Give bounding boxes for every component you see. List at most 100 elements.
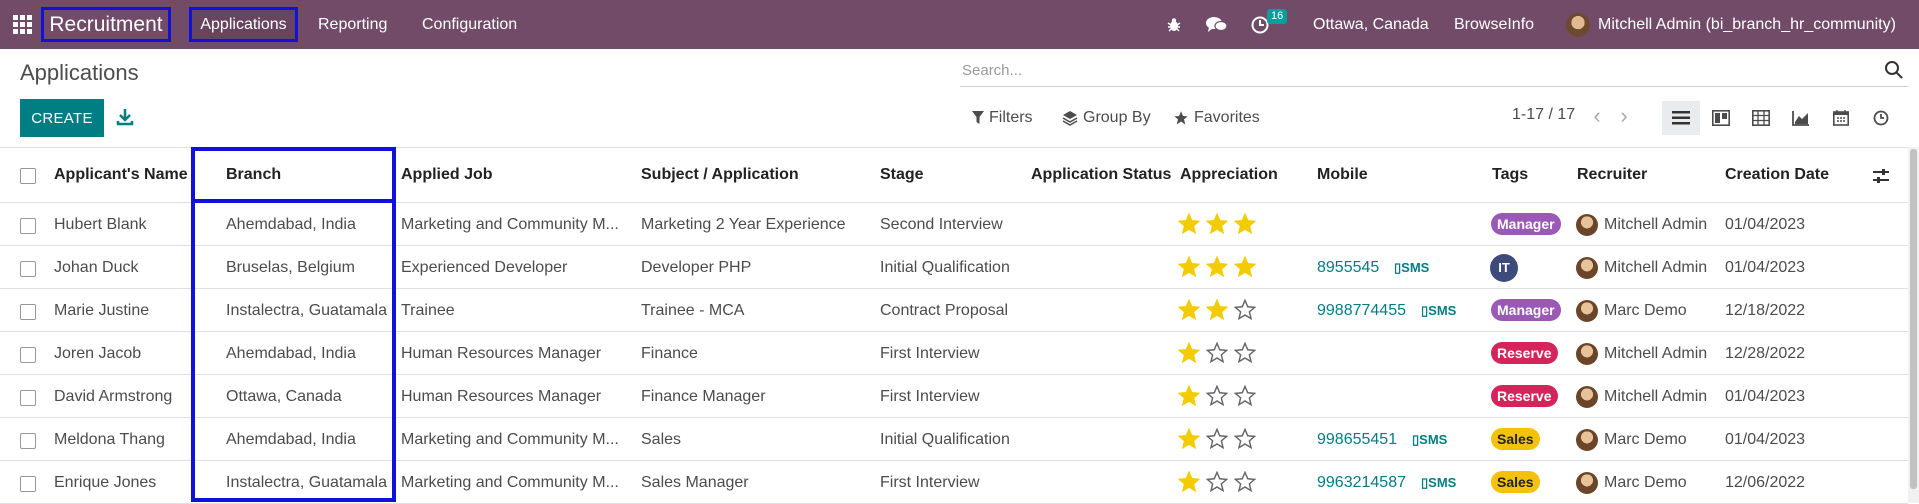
- cell-appreciation[interactable]: [1177, 470, 1257, 497]
- pivot-view-icon[interactable]: [1742, 101, 1780, 135]
- tag-badge[interactable]: IT: [1490, 254, 1518, 282]
- debug-bug-icon[interactable]: [1166, 0, 1182, 49]
- branch-switcher[interactable]: Ottawa, Canada: [1313, 0, 1429, 49]
- favorites-label: Favorites: [1194, 109, 1260, 126]
- column-applicant-name[interactable]: Applicant's Name: [54, 147, 188, 202]
- cell-applied-job: Human Resources Manager: [401, 388, 602, 405]
- groupby-button[interactable]: Group By: [1062, 106, 1151, 130]
- star-empty-icon[interactable]: [1205, 341, 1229, 368]
- apps-menu-icon[interactable]: [13, 0, 33, 49]
- row-checkbox[interactable]: [20, 218, 36, 234]
- filters-label: Filters: [989, 109, 1033, 126]
- sms-button[interactable]: ▯SMS: [1394, 260, 1429, 276]
- row-checkbox[interactable]: [20, 347, 36, 363]
- cell-creation-date: 01/04/2023: [1725, 259, 1806, 276]
- star-filled-icon[interactable]: [1177, 384, 1201, 411]
- sms-button[interactable]: ▯SMS: [1412, 432, 1447, 448]
- star-empty-icon[interactable]: [1233, 341, 1257, 368]
- column-creation-date[interactable]: Creation Date: [1725, 147, 1829, 202]
- sms-button[interactable]: ▯SMS: [1421, 303, 1456, 319]
- cell-appreciation[interactable]: [1177, 427, 1257, 454]
- download-icon[interactable]: [114, 106, 136, 128]
- activity-view-icon[interactable]: [1862, 101, 1900, 135]
- menu-reporting[interactable]: Reporting: [318, 0, 387, 49]
- cell-appreciation[interactable]: [1177, 212, 1257, 239]
- star-filled-icon[interactable]: [1177, 341, 1201, 368]
- row-checkbox[interactable]: [20, 476, 36, 492]
- star-empty-icon[interactable]: [1205, 427, 1229, 454]
- create-button[interactable]: CREATE: [20, 99, 104, 137]
- star-filled-icon[interactable]: [1177, 470, 1201, 497]
- cell-branch: Instalectra, Guatamala: [226, 474, 387, 491]
- cell-stage: First Interview: [880, 345, 980, 362]
- star-filled-icon[interactable]: [1177, 212, 1201, 239]
- column-recruiter[interactable]: Recruiter: [1577, 147, 1647, 202]
- user-menu[interactable]: Mitchell Admin (bi_branch_hr_community): [1566, 0, 1896, 49]
- list-view-icon[interactable]: [1662, 101, 1700, 135]
- kanban-view-icon[interactable]: [1702, 101, 1740, 135]
- star-empty-icon[interactable]: [1205, 470, 1229, 497]
- cell-appreciation[interactable]: [1177, 255, 1257, 282]
- star-empty-icon[interactable]: [1233, 470, 1257, 497]
- star-filled-icon[interactable]: [1177, 427, 1201, 454]
- star-filled-icon[interactable]: [1205, 255, 1229, 282]
- column-branch[interactable]: Branch: [226, 147, 281, 202]
- search-input[interactable]: [960, 56, 1864, 84]
- search-icon[interactable]: [1884, 60, 1904, 80]
- cell-applicant-name: David Armstrong: [54, 388, 173, 405]
- column-stage[interactable]: Stage: [880, 147, 924, 202]
- app-brand[interactable]: Recruitment: [41, 7, 171, 42]
- menu-applications[interactable]: Applications: [189, 7, 298, 42]
- groupby-label: Group By: [1083, 109, 1151, 126]
- tag-badge[interactable]: Sales: [1491, 471, 1540, 493]
- sms-button[interactable]: ▯SMS: [1421, 475, 1456, 491]
- activity-clock-icon[interactable]: [1251, 0, 1269, 49]
- tag-badge[interactable]: Sales: [1491, 428, 1540, 450]
- vertical-scrollbar[interactable]: [1908, 147, 1919, 503]
- star-filled-icon[interactable]: [1233, 255, 1257, 282]
- star-filled-icon[interactable]: [1177, 298, 1201, 325]
- tag-badge[interactable]: Reserve: [1491, 342, 1558, 364]
- star-filled-icon[interactable]: [1205, 212, 1229, 239]
- column-subject[interactable]: Subject / Application: [641, 147, 799, 202]
- star-empty-icon[interactable]: [1233, 298, 1257, 325]
- star-empty-icon[interactable]: [1233, 384, 1257, 411]
- star-filled-icon[interactable]: [1233, 212, 1257, 239]
- row-divider: [0, 245, 1908, 246]
- row-checkbox[interactable]: [20, 261, 36, 277]
- graph-view-icon[interactable]: [1782, 101, 1820, 135]
- pager-previous-icon[interactable]: ‹: [1587, 104, 1607, 128]
- column-appreciation[interactable]: Appreciation: [1180, 147, 1278, 202]
- row-checkbox[interactable]: [20, 433, 36, 449]
- pager-next-icon[interactable]: ›: [1614, 104, 1634, 128]
- star-filled-icon[interactable]: [1177, 255, 1201, 282]
- discuss-chat-icon[interactable]: [1206, 0, 1228, 49]
- cell-appreciation[interactable]: [1177, 384, 1257, 411]
- calendar-view-icon[interactable]: [1822, 101, 1860, 135]
- star-empty-icon[interactable]: [1233, 427, 1257, 454]
- column-application-status[interactable]: Application Status: [1031, 147, 1171, 202]
- cell-stage: Contract Proposal: [880, 302, 1009, 319]
- column-applied-job[interactable]: Applied Job: [401, 147, 493, 202]
- favorites-button[interactable]: Favorites: [1173, 106, 1260, 130]
- tag-badge[interactable]: Manager: [1491, 213, 1561, 235]
- row-checkbox[interactable]: [20, 304, 36, 320]
- cell-applied-job: Marketing and Community M...: [401, 431, 619, 448]
- column-mobile[interactable]: Mobile: [1317, 147, 1368, 202]
- cell-stage: First Interview: [880, 388, 980, 405]
- filters-button[interactable]: Filters: [972, 106, 1033, 130]
- pager-value[interactable]: 1-17 / 17: [1512, 106, 1575, 124]
- tag-badge[interactable]: Manager: [1491, 299, 1561, 321]
- star-empty-icon[interactable]: [1205, 384, 1229, 411]
- company-switcher[interactable]: BrowseInfo: [1454, 0, 1534, 49]
- select-all-checkbox[interactable]: [20, 168, 36, 184]
- scrollbar-thumb[interactable]: [1910, 149, 1917, 489]
- menu-configuration[interactable]: Configuration: [422, 0, 517, 49]
- cell-appreciation[interactable]: [1177, 341, 1257, 368]
- tag-badge[interactable]: Reserve: [1491, 385, 1558, 407]
- star-filled-icon[interactable]: [1205, 298, 1229, 325]
- cell-appreciation[interactable]: [1177, 298, 1257, 325]
- row-checkbox[interactable]: [20, 390, 36, 406]
- column-tags[interactable]: Tags: [1492, 147, 1528, 202]
- optional-columns-icon[interactable]: [1873, 168, 1889, 189]
